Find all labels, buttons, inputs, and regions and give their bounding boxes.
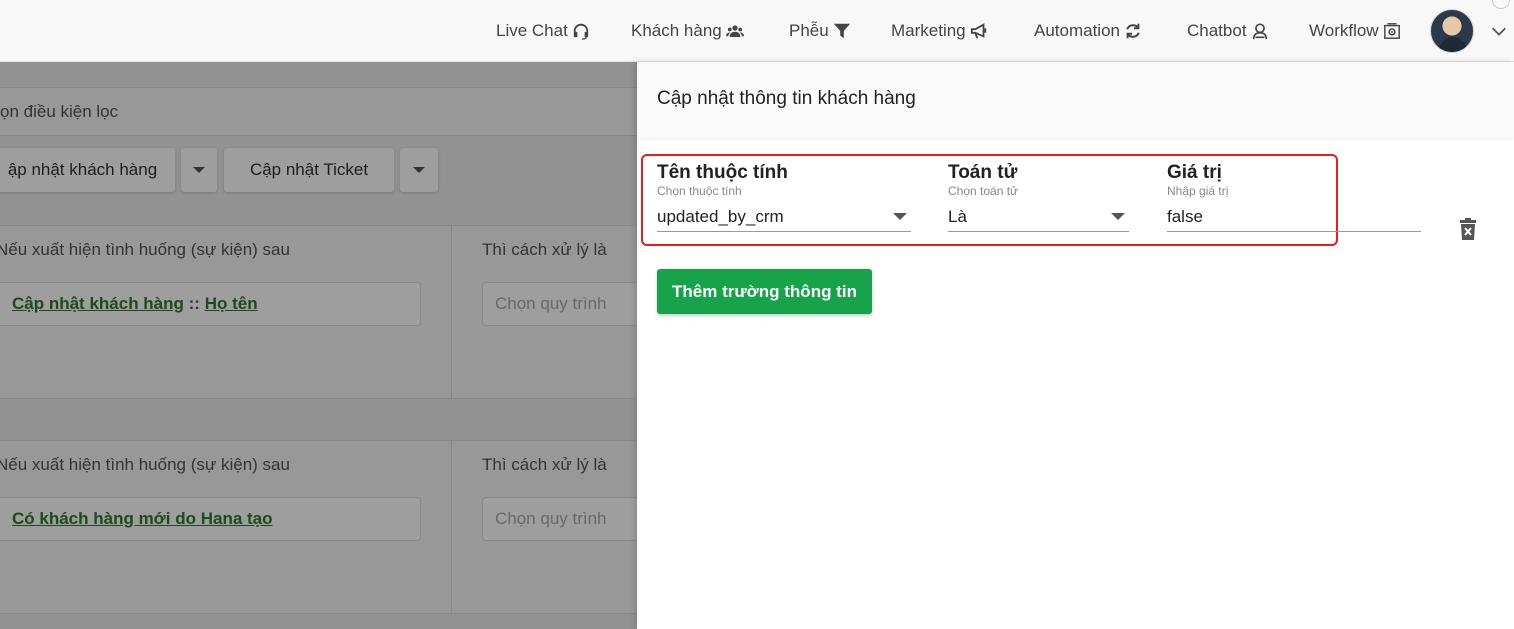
megaphone-icon	[970, 23, 986, 39]
panel-header: Cập nhật thông tin khách hàng	[637, 62, 1514, 138]
nav-khach-hang-label: Khách hàng	[631, 21, 722, 40]
user-avatar[interactable]	[1430, 9, 1474, 53]
nav-automation-label: Automation	[1034, 21, 1120, 40]
value-input[interactable]: false	[1167, 202, 1421, 232]
value-label: Giá trị	[1167, 162, 1222, 183]
trash-icon[interactable]	[1459, 218, 1477, 240]
add-field-button[interactable]: Thêm trường thông tin	[657, 269, 872, 314]
panel-title: Cập nhật thông tin khách hàng	[657, 88, 916, 109]
top-nav-bar: Live Chat Khách hàng Phễu Marketing Auto…	[0, 0, 1514, 62]
nav-marketing-label: Marketing	[891, 21, 966, 40]
attribute-select[interactable]: updated_by_crm	[657, 202, 911, 232]
attribute-label: Tên thuộc tính	[657, 162, 788, 183]
nav-chatbot-label: Chatbot	[1187, 21, 1247, 40]
funnel-icon	[833, 23, 850, 39]
refresh-icon	[1126, 23, 1140, 39]
headset-icon	[573, 23, 589, 40]
nav-live-chat[interactable]: Live Chat	[496, 20, 590, 42]
help-icon[interactable]	[1492, 0, 1510, 9]
nav-automation[interactable]: Automation	[1034, 20, 1142, 42]
nav-pheu-label: Phễu	[789, 21, 829, 40]
dropdown-arrow-icon	[1111, 213, 1125, 220]
operator-label: Toán tử	[948, 162, 1018, 183]
operator-field: Toán tử Chọn toán tử Là	[948, 162, 1129, 232]
nav-khach-hang[interactable]: Khách hàng	[631, 20, 744, 42]
nav-chatbot[interactable]: Chatbot	[1187, 20, 1269, 42]
bot-icon	[1252, 23, 1267, 40]
attribute-value: updated_by_crm	[657, 206, 784, 226]
update-customer-panel: Cập nhật thông tin khách hàng Tên thuộc …	[637, 62, 1514, 629]
workflow-icon	[1383, 23, 1400, 39]
operator-hint: Chọn toán tử	[948, 184, 1019, 198]
dropdown-arrow-icon	[893, 213, 907, 220]
chevron-down-icon[interactable]	[1490, 22, 1508, 40]
value-field: Giá trị Nhập giá trị false	[1167, 162, 1421, 232]
add-field-label: Thêm trường thông tin	[672, 281, 857, 301]
nav-workflow-label: Workflow	[1309, 21, 1379, 40]
attribute-field: Tên thuộc tính Chọn thuộc tính updated_b…	[657, 162, 911, 232]
nav-live-chat-label: Live Chat	[496, 21, 568, 40]
attribute-hint: Chọn thuộc tính	[657, 184, 742, 198]
users-icon	[725, 25, 744, 37]
value-text: false	[1167, 206, 1203, 226]
nav-workflow[interactable]: Workflow	[1309, 20, 1401, 42]
value-hint: Nhập giá trị	[1167, 184, 1229, 198]
operator-select[interactable]: Là	[948, 202, 1129, 232]
operator-value: Là	[948, 206, 967, 226]
nav-marketing[interactable]: Marketing	[891, 20, 988, 42]
modal-backdrop[interactable]	[0, 62, 637, 629]
nav-pheu[interactable]: Phễu	[789, 20, 851, 42]
